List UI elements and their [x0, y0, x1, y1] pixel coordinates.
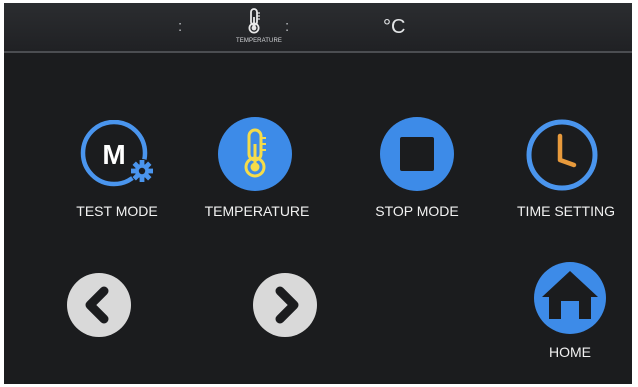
temperature-label: TEMPERATURE: [204, 203, 310, 219]
status-separator-left: :: [178, 18, 183, 35]
temperature-unit: °C: [383, 16, 406, 38]
status-caption: TEMPERATURE: [236, 38, 282, 44]
stop-mode-button[interactable]: [378, 116, 456, 192]
previous-button[interactable]: [66, 272, 132, 338]
thermometer-icon: [246, 8, 262, 34]
status-bar: : TEMPERATURE : °C: [4, 3, 632, 53]
time-setting-button[interactable]: [524, 118, 600, 192]
clock-icon: [526, 119, 598, 191]
test-mode-label: TEST MODE: [76, 203, 158, 219]
time-setting-label: TIME SETTING: [517, 203, 615, 219]
home-icon: [534, 262, 606, 334]
home-label: HOME: [549, 344, 591, 360]
temperature-button[interactable]: [216, 116, 294, 192]
test-mode-button[interactable]: M: [76, 120, 164, 192]
chevron-right-icon: [253, 273, 317, 337]
status-separator-right: :: [285, 18, 290, 35]
home-button[interactable]: [532, 261, 608, 335]
test-mode-gear-icon: M: [80, 120, 154, 187]
chevron-left-icon: [67, 273, 131, 337]
stop-square-icon: [380, 117, 454, 191]
stop-mode-label: STOP MODE: [375, 203, 459, 219]
thermometer-icon: [218, 117, 292, 191]
device-screen: : TEMPERATURE : °C M TEST MODE TEMPERATU…: [4, 3, 632, 384]
next-button[interactable]: [252, 272, 318, 338]
svg-text:M: M: [102, 139, 125, 170]
